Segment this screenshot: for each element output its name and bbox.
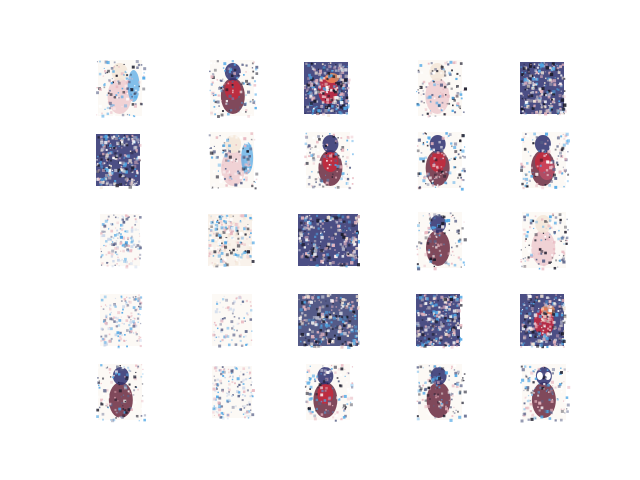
- sample-image: [88, 360, 152, 424]
- sample-tile: [408, 360, 472, 424]
- sample-image: [512, 288, 576, 352]
- sample-image: [200, 128, 264, 192]
- sample-image: [296, 288, 360, 352]
- sample-image: [512, 128, 576, 192]
- sample-tile: [88, 360, 152, 424]
- sample-image: [200, 56, 264, 120]
- sample-image: [512, 208, 576, 272]
- generated-sample-grid: [0, 0, 640, 480]
- sample-image: [88, 56, 152, 120]
- sample-tile: [512, 128, 576, 192]
- sample-image: [200, 360, 264, 424]
- sample-image: [408, 288, 472, 352]
- sample-image: [296, 360, 360, 424]
- sample-tile: [296, 360, 360, 424]
- sample-tile: [200, 360, 264, 424]
- sample-tile: [512, 360, 576, 424]
- sample-tile: [408, 128, 472, 192]
- sample-tile: [200, 128, 264, 192]
- sample-tile: [408, 208, 472, 272]
- sample-tile: [296, 208, 360, 272]
- sample-tile: [296, 56, 360, 120]
- sample-tile: [88, 128, 152, 192]
- sample-image: [408, 208, 472, 272]
- sample-tile: [200, 208, 264, 272]
- sample-image: [296, 56, 360, 120]
- sample-tile: [88, 288, 152, 352]
- sample-tile: [296, 128, 360, 192]
- sample-image: [296, 128, 360, 192]
- sample-tile: [512, 56, 576, 120]
- sample-image: [200, 288, 264, 352]
- sample-image: [408, 128, 472, 192]
- sample-tile: [88, 56, 152, 120]
- sample-image: [512, 56, 576, 120]
- sample-tile: [408, 288, 472, 352]
- sample-image: [88, 288, 152, 352]
- sample-tile: [296, 288, 360, 352]
- sample-tile: [512, 288, 576, 352]
- sample-image: [200, 208, 264, 272]
- sample-tile: [88, 208, 152, 272]
- sample-image: [408, 360, 472, 424]
- sample-tile: [200, 56, 264, 120]
- sample-image: [296, 208, 360, 272]
- sample-tile: [408, 56, 472, 120]
- sample-image: [408, 56, 472, 120]
- sample-image: [88, 208, 152, 272]
- sample-tile: [512, 208, 576, 272]
- sample-image: [512, 360, 576, 424]
- sample-image: [88, 128, 152, 192]
- sample-tile: [200, 288, 264, 352]
